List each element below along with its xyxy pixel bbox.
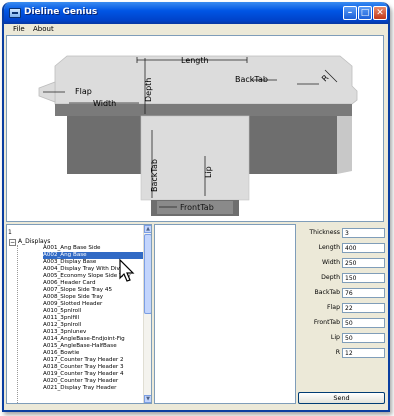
param-input[interactable] — [342, 258, 385, 268]
fronttab-label: FrontTab — [180, 203, 214, 212]
send-button[interactable]: Send — [298, 392, 385, 404]
depth-label: Depth — [144, 78, 153, 102]
minimize-button[interactable]: – — [343, 6, 357, 20]
tree-item[interactable]: A019_Counter Tray Header 4 — [43, 371, 150, 378]
scroll-thumb[interactable] — [144, 234, 151, 314]
tree-item[interactable]: A012_3pnlroll — [43, 322, 150, 329]
tree-item[interactable]: A014_AngleBase-Endjoint-Fig — [43, 336, 150, 343]
param-input[interactable] — [342, 303, 385, 313]
window-title: Dieline Genius — [24, 7, 98, 17]
param-label: Flap — [327, 304, 340, 311]
param-input[interactable] — [342, 228, 385, 238]
collapse-icon[interactable]: − — [9, 239, 16, 246]
left-dark-panel — [67, 116, 141, 174]
maximize-button[interactable]: □ — [358, 6, 372, 20]
preview-pane — [154, 224, 296, 404]
width-label: Width — [93, 99, 116, 108]
menu-file[interactable]: File — [13, 25, 25, 33]
param-label: R — [335, 349, 340, 356]
scroll-down-icon[interactable]: ▼ — [144, 395, 151, 403]
param-input[interactable] — [342, 273, 385, 283]
param-label: Width — [322, 259, 340, 266]
tree-item[interactable]: A020_Counter Tray Header — [43, 378, 150, 385]
tree-item[interactable]: A017_Counter Tray Header 2 — [43, 357, 150, 364]
param-label: Depth — [321, 274, 340, 281]
lip-label: Lip — [204, 166, 213, 178]
param-row: Lip — [298, 333, 386, 344]
param-row: R — [298, 348, 386, 359]
param-row: Thickness — [298, 228, 386, 239]
tree-scrollbar[interactable]: ▲ ▼ — [143, 225, 151, 403]
tree-header: 1 — [8, 229, 12, 236]
param-row: Depth — [298, 273, 386, 284]
param-label: Lip — [330, 334, 340, 341]
tree-item[interactable]: A010_5pnlroll — [43, 308, 150, 315]
tree-item[interactable]: A008_Slope Side Tray — [43, 294, 150, 301]
dieline-tree[interactable]: 1 − A_Displays A001_Ang Base Side A002_Ang… — [6, 224, 152, 404]
title-bar[interactable]: Dieline Genius – □ ✕ — [4, 2, 388, 24]
dieline-diagram: Length Flap Width Depth BackTab R BackTa… — [6, 35, 384, 222]
param-row: BackTab — [298, 288, 386, 299]
close-button[interactable]: ✕ — [373, 6, 387, 20]
param-input[interactable] — [342, 348, 385, 358]
tree-item[interactable]: A009_Slotted Header — [43, 301, 150, 308]
param-input[interactable] — [342, 333, 385, 343]
param-label: Thickness — [309, 229, 340, 236]
app-icon — [9, 8, 21, 18]
backtab-side-label: BackTab — [150, 159, 159, 192]
dieline-drawing: Length Flap Width Depth BackTab R BackTa… — [38, 55, 358, 216]
param-row: Flap — [298, 303, 386, 314]
tree-item[interactable]: A001_Ang Base Side — [43, 245, 150, 252]
tree-root-label: A_Displays — [18, 238, 51, 245]
param-row: Width — [298, 258, 386, 269]
tree-item[interactable]: A007_Slope Side Tray 45 — [43, 287, 150, 294]
mouse-cursor-icon — [119, 258, 135, 282]
param-row: Length — [298, 243, 386, 254]
param-input[interactable] — [342, 288, 385, 298]
right-dark-panel — [249, 116, 337, 174]
length-label: Length — [181, 56, 209, 65]
param-label: Length — [318, 244, 340, 251]
tree-item[interactable]: A011_3pnlfill — [43, 315, 150, 322]
flap-label: Flap — [75, 87, 92, 96]
param-input[interactable] — [342, 318, 385, 328]
tree-connector — [17, 245, 18, 403]
tree-item[interactable]: A021_Display Tray Header — [43, 385, 150, 392]
right-extension — [337, 116, 352, 174]
backtab-top-label: BackTab — [235, 75, 268, 84]
param-label: FrontTab — [313, 319, 340, 326]
param-input[interactable] — [342, 243, 385, 253]
menu-about[interactable]: About — [33, 25, 54, 33]
tree-item[interactable]: A015_AngleBase-HalfBase — [43, 343, 150, 350]
param-row: FrontTab — [298, 318, 386, 329]
scroll-up-icon[interactable]: ▲ — [144, 225, 151, 233]
param-label: BackTab — [314, 289, 341, 296]
tree-item[interactable]: A016_Bowtie — [43, 350, 150, 357]
parameter-panel: Send Thickness Length Width Depth BackTab Fla… — [298, 224, 386, 404]
tree-item[interactable]: A013_3pnlunev — [43, 329, 150, 336]
tree-item[interactable]: A018_Counter Tray Header 3 — [43, 364, 150, 371]
